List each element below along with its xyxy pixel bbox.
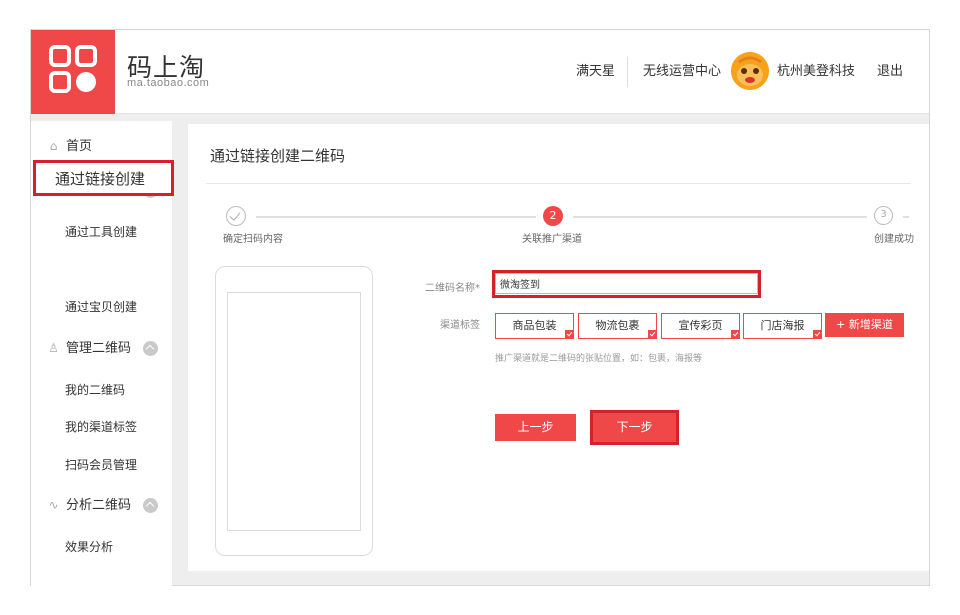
sidebar-group-manage[interactable]: ♙ 管理二维码 xyxy=(31,339,172,359)
channel-tag-label: 宣传彩页 xyxy=(678,319,723,332)
sidebar-item-my-qrcodes[interactable]: 我的二维码 xyxy=(65,380,125,400)
channel-tags-label: 渠道标签 xyxy=(440,320,480,331)
channel-tag-label: 商品包装 xyxy=(512,319,557,332)
channel-tag[interactable]: 商品包装 xyxy=(495,313,574,339)
header-divider xyxy=(627,57,628,87)
check-icon xyxy=(813,330,822,339)
sidebar-item-member-manage[interactable]: 扫码会员管理 xyxy=(65,455,137,475)
check-icon xyxy=(565,330,574,339)
chevron-up-icon[interactable] xyxy=(143,498,158,513)
qr-logo-icon xyxy=(49,45,97,93)
chevron-up-icon[interactable] xyxy=(143,341,158,356)
sidebar-item-link-create[interactable]: 通过链接创建 xyxy=(33,160,174,196)
sidebar-item-label: 通过链接创建 xyxy=(55,170,146,188)
channel-tag-label: 物流包裹 xyxy=(595,319,640,332)
avatar[interactable] xyxy=(731,52,769,90)
phone-screen xyxy=(227,292,361,531)
top-header: 码上淘 ma.taobao.com 满天星 无线运营中心 杭州美登科技 退出 xyxy=(31,30,929,114)
page-title: 通过链接创建二维码 xyxy=(210,147,346,165)
nav-mantianxing[interactable]: 满天星 xyxy=(576,30,615,114)
qrcode-name-label: 二维码名称* xyxy=(425,283,480,294)
channel-tag[interactable]: 门店海报 xyxy=(743,313,822,339)
step-3-indicator: 3 xyxy=(874,206,893,225)
step-2-label: 关联推广渠道 xyxy=(522,234,582,245)
sidebar-group-label: 分析二维码 xyxy=(66,498,132,513)
add-channel-button[interactable]: + 新增渠道 xyxy=(825,313,904,337)
sidebar-group-analyze[interactable]: ∿ 分析二维码 xyxy=(31,496,172,516)
step-1-check-icon xyxy=(226,206,246,226)
sidebar-item-home[interactable]: ⌂ 首页 xyxy=(31,137,172,157)
channel-tag[interactable]: 宣传彩页 xyxy=(661,313,740,339)
app-frame: 码上淘 ma.taobao.com 满天星 无线运营中心 杭州美登科技 退出 ⌂… xyxy=(30,29,930,586)
channel-hint: 推广渠道就是二维码的张贴位置，如：包裹，海报等 xyxy=(495,354,703,364)
avatar-face-icon xyxy=(731,52,769,90)
sidebar-item-label: 首页 xyxy=(66,139,93,154)
title-divider xyxy=(206,183,911,184)
channel-tag-label: 门店海报 xyxy=(760,319,805,332)
step-line xyxy=(903,216,909,218)
step-line xyxy=(573,216,867,218)
sidebar-item-tool-create[interactable]: 通过工具创建 xyxy=(65,222,137,242)
sidebar-item-item-create[interactable]: 通过宝贝创建 xyxy=(65,297,137,317)
check-icon xyxy=(731,330,740,339)
sidebar-item-channel-tags[interactable]: 我的渠道标签 xyxy=(65,417,137,437)
logo[interactable] xyxy=(31,30,115,114)
channel-tag[interactable]: 物流包裹 xyxy=(578,313,657,339)
nav-wireless-center[interactable]: 无线运营中心 xyxy=(643,30,721,114)
home-icon: ⌂ xyxy=(49,139,58,153)
main-panel: 通过链接创建二维码 2 3 确定扫码内容 关联推广渠道 创建成功 二维码名称* … xyxy=(188,124,929,571)
user-icon: ♙ xyxy=(48,341,59,355)
trend-icon: ∿ xyxy=(48,498,59,512)
step-2-indicator: 2 xyxy=(543,206,563,226)
step-3-label: 创建成功 xyxy=(874,234,914,245)
sidebar-group-label: 管理二维码 xyxy=(66,341,132,356)
check-icon xyxy=(648,330,657,339)
step-1-label: 确定扫码内容 xyxy=(223,234,283,245)
qrcode-name-input[interactable] xyxy=(495,273,758,294)
step-line xyxy=(256,216,536,218)
phone-preview xyxy=(215,266,373,556)
user-name[interactable]: 杭州美登科技 xyxy=(777,30,855,114)
sidebar-item-effect-analysis[interactable]: 效果分析 xyxy=(65,537,113,557)
next-step-button[interactable]: 下一步 xyxy=(593,413,676,442)
logout-link[interactable]: 退出 xyxy=(877,30,903,114)
brand-domain: ma.taobao.com xyxy=(127,77,210,89)
prev-step-button[interactable]: 上一步 xyxy=(495,414,576,441)
